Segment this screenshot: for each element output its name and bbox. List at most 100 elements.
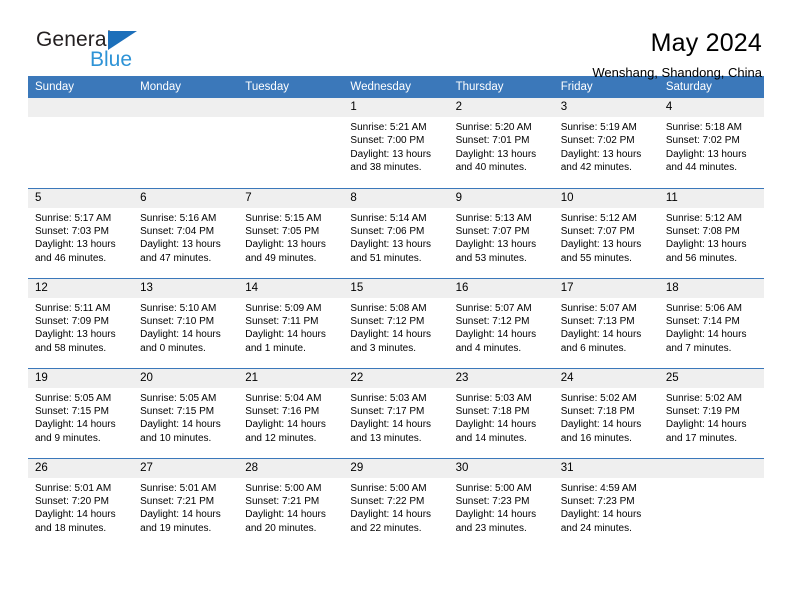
daylight-text: Daylight: 14 hours and 19 minutes. bbox=[140, 509, 221, 534]
sunset-text: Sunset: 7:18 PM bbox=[560, 405, 635, 417]
sunrise-text: Sunrise: 5:01 AM bbox=[140, 482, 217, 494]
daylight-text: Daylight: 14 hours and 17 minutes. bbox=[665, 419, 747, 444]
calendar-page: General Blue May 2024 Wenshang, Shandong… bbox=[0, 0, 792, 612]
calendar-day-cell[interactable]: 18 Sunrise: 5:06 AM Sunset: 7:14 PM Dayligh… bbox=[658, 277, 764, 368]
sunset-text: Sunset: 7:01 PM bbox=[455, 135, 530, 147]
sunrise-text: Sunrise: 5:00 AM bbox=[350, 482, 427, 494]
daylight-text: Daylight: 14 hours and 22 minutes. bbox=[350, 509, 432, 534]
daylight-text: Daylight: 14 hours and 23 minutes. bbox=[455, 509, 537, 534]
sunrise-text: Sunrise: 5:14 AM bbox=[350, 212, 427, 224]
calendar-day-cell[interactable]: 12 Sunrise: 5:11 AM Sunset: 7:09 PM Dayligh… bbox=[28, 277, 134, 368]
weekday-header-tuesday: Tuesday bbox=[238, 76, 344, 98]
calendar-day-cell[interactable]: 19 Sunrise: 5:05 AM Sunset: 7:15 PM Dayligh… bbox=[28, 367, 134, 458]
sunrise-text: Sunrise: 5:21 AM bbox=[350, 122, 427, 133]
calendar-day-cell[interactable]: 1 Sunrise: 5:21 AM Sunset: 7:00 PM Daylight… bbox=[343, 98, 449, 188]
calendar-week-row: 1 Sunrise: 5:21 AM Sunset: 7:00 PM Daylight… bbox=[28, 98, 764, 188]
day-number bbox=[28, 98, 134, 117]
daylight-text: Daylight: 14 hours and 18 minutes. bbox=[35, 509, 116, 534]
calendar-day-cell[interactable]: 5 Sunrise: 5:17 AM Sunset: 7:03 PM Daylight… bbox=[28, 187, 134, 278]
calendar-day-cell[interactable]: 25 Sunrise: 5:02 AM Sunset: 7:19 PM Dayligh… bbox=[658, 367, 764, 458]
weekday-header-thursday: Thursday bbox=[448, 76, 554, 98]
day-number: 7 bbox=[238, 188, 344, 208]
title-block: May 2024 Wenshang, Shandong, China bbox=[592, 28, 764, 83]
calendar-day-cell[interactable]: 17 Sunrise: 5:07 AM Sunset: 7:13 PM Dayligh… bbox=[553, 277, 659, 368]
calendar-day-cell[interactable]: 23 Sunrise: 5:03 AM Sunset: 7:18 PM Dayligh… bbox=[448, 367, 554, 458]
calendar-day-cell[interactable]: 3 Sunrise: 5:19 AM Sunset: 7:02 PM Daylight… bbox=[553, 98, 659, 188]
sunrise-text: Sunrise: 4:59 AM bbox=[560, 482, 637, 494]
general-blue-logo[interactable]: General Blue bbox=[28, 28, 168, 76]
calendar-day-cell[interactable]: 10 Sunrise: 5:12 AM Sunset: 7:07 PM Dayligh… bbox=[553, 187, 659, 278]
day-number: 14 bbox=[238, 278, 344, 298]
calendar-day-cell[interactable]: 9 Sunrise: 5:13 AM Sunset: 7:07 PM Daylight… bbox=[448, 187, 554, 278]
day-details: Sunrise: 5:00 AM Sunset: 7:23 PM Daylight:… bbox=[449, 478, 554, 536]
weekday-header-wednesday: Wednesday bbox=[343, 76, 449, 98]
sunrise-text: Sunrise: 5:20 AM bbox=[455, 122, 532, 133]
daylight-text: Daylight: 13 hours and 38 minutes. bbox=[350, 148, 432, 174]
day-number: 28 bbox=[238, 458, 344, 478]
calendar-week-row: 5 Sunrise: 5:17 AM Sunset: 7:03 PM Daylight… bbox=[28, 187, 764, 278]
daylight-text: Daylight: 14 hours and 20 minutes. bbox=[245, 509, 326, 534]
sunrise-text: Sunrise: 5:16 AM bbox=[140, 212, 217, 224]
calendar-day-cell[interactable]: 4 Sunrise: 5:18 AM Sunset: 7:02 PM Daylight… bbox=[658, 98, 764, 188]
calendar-day-cell[interactable]: 11 Sunrise: 5:12 AM Sunset: 7:08 PM Dayligh… bbox=[658, 187, 764, 278]
calendar-day-cell[interactable]: 6 Sunrise: 5:16 AM Sunset: 7:04 PM Daylight… bbox=[133, 187, 239, 278]
calendar-week-row: 19 Sunrise: 5:05 AM Sunset: 7:15 PM Dayligh… bbox=[28, 367, 764, 458]
daylight-text: Daylight: 13 hours and 44 minutes. bbox=[665, 148, 747, 174]
daylight-text: Daylight: 13 hours and 40 minutes. bbox=[455, 148, 537, 174]
calendar-day-cell[interactable]: 21 Sunrise: 5:04 AM Sunset: 7:16 PM Dayligh… bbox=[238, 367, 344, 458]
calendar-day-cell[interactable]: 22 Sunrise: 5:03 AM Sunset: 7:17 PM Dayligh… bbox=[343, 367, 449, 458]
sunset-text: Sunset: 7:22 PM bbox=[350, 495, 425, 507]
day-details: Sunrise: 5:20 AM Sunset: 7:01 PM Daylight:… bbox=[449, 117, 554, 175]
calendar-day-cell[interactable]: 13 Sunrise: 5:10 AM Sunset: 7:10 PM Dayligh… bbox=[133, 277, 239, 368]
day-details: Sunrise: 5:18 AM Sunset: 7:02 PM Daylight:… bbox=[659, 117, 764, 175]
sunrise-text: Sunrise: 5:12 AM bbox=[560, 212, 637, 224]
daylight-text: Daylight: 13 hours and 58 minutes. bbox=[35, 329, 116, 354]
sunset-text: Sunset: 7:05 PM bbox=[245, 225, 320, 237]
daylight-text: Daylight: 14 hours and 0 minutes. bbox=[140, 329, 221, 354]
calendar-day-cell[interactable]: 29 Sunrise: 5:00 AM Sunset: 7:22 PM Dayligh… bbox=[343, 457, 449, 548]
calendar-day-cell[interactable]: 28 Sunrise: 5:00 AM Sunset: 7:21 PM Dayligh… bbox=[238, 457, 344, 548]
daylight-text: Daylight: 14 hours and 7 minutes. bbox=[665, 329, 747, 354]
calendar-day-cell[interactable]: 26 Sunrise: 5:01 AM Sunset: 7:20 PM Dayligh… bbox=[28, 457, 134, 548]
day-number: 17 bbox=[553, 278, 659, 298]
calendar-day-cell[interactable]: 31 Sunrise: 4:59 AM Sunset: 7:23 PM Dayligh… bbox=[553, 457, 659, 548]
day-number: 15 bbox=[343, 278, 449, 298]
page-subtitle: Wenshang, Shandong, China bbox=[592, 65, 762, 80]
daylight-text: Daylight: 13 hours and 53 minutes. bbox=[455, 239, 537, 264]
sunrise-text: Sunrise: 5:05 AM bbox=[140, 392, 217, 404]
calendar-day-cell[interactable]: 14 Sunrise: 5:09 AM Sunset: 7:11 PM Dayligh… bbox=[238, 277, 344, 368]
day-details: Sunrise: 5:00 AM Sunset: 7:22 PM Daylight:… bbox=[343, 478, 448, 536]
day-number bbox=[238, 98, 344, 117]
calendar-day-cell[interactable]: 2 Sunrise: 5:20 AM Sunset: 7:01 PM Daylight… bbox=[448, 98, 554, 188]
day-number bbox=[658, 458, 764, 478]
weekday-header-sunday: Sunday bbox=[28, 76, 134, 98]
calendar-day-cell[interactable]: 7 Sunrise: 5:15 AM Sunset: 7:05 PM Daylight… bbox=[238, 187, 344, 278]
sunset-text: Sunset: 7:04 PM bbox=[140, 225, 215, 237]
sunset-text: Sunset: 7:13 PM bbox=[560, 315, 635, 327]
day-number: 11 bbox=[658, 188, 764, 208]
sunset-text: Sunset: 7:11 PM bbox=[245, 315, 319, 327]
day-number bbox=[133, 98, 239, 117]
calendar-day-cell[interactable]: 27 Sunrise: 5:01 AM Sunset: 7:21 PM Dayligh… bbox=[133, 457, 239, 548]
daylight-text: Daylight: 14 hours and 16 minutes. bbox=[560, 419, 642, 444]
day-details: Sunrise: 5:02 AM Sunset: 7:18 PM Daylight:… bbox=[554, 388, 659, 446]
calendar-day-cell[interactable]: 15 Sunrise: 5:08 AM Sunset: 7:12 PM Dayligh… bbox=[343, 277, 449, 368]
sunrise-text: Sunrise: 5:13 AM bbox=[455, 212, 532, 224]
day-details: Sunrise: 5:05 AM Sunset: 7:15 PM Daylight:… bbox=[133, 388, 238, 446]
sunrise-text: Sunrise: 5:19 AM bbox=[560, 122, 637, 133]
calendar-day-cell[interactable]: 16 Sunrise: 5:07 AM Sunset: 7:12 PM Dayligh… bbox=[448, 277, 554, 368]
calendar-day-cell[interactable]: 20 Sunrise: 5:05 AM Sunset: 7:15 PM Dayligh… bbox=[133, 367, 239, 458]
day-details: Sunrise: 5:12 AM Sunset: 7:08 PM Daylight:… bbox=[659, 208, 764, 266]
calendar-day-cell[interactable]: 24 Sunrise: 5:02 AM Sunset: 7:18 PM Dayligh… bbox=[553, 367, 659, 458]
day-number: 10 bbox=[553, 188, 659, 208]
daylight-text: Daylight: 14 hours and 10 minutes. bbox=[140, 419, 221, 444]
day-number: 27 bbox=[133, 458, 239, 478]
sunset-text: Sunset: 7:20 PM bbox=[35, 495, 109, 507]
day-details: Sunrise: 5:14 AM Sunset: 7:06 PM Daylight:… bbox=[343, 208, 448, 266]
sunrise-text: Sunrise: 5:18 AM bbox=[665, 122, 742, 133]
sunset-text: Sunset: 7:21 PM bbox=[140, 495, 215, 507]
day-details: Sunrise: 5:03 AM Sunset: 7:18 PM Daylight:… bbox=[449, 388, 554, 446]
sunrise-text: Sunrise: 5:12 AM bbox=[665, 212, 742, 224]
calendar-day-cell[interactable]: 8 Sunrise: 5:14 AM Sunset: 7:06 PM Daylight… bbox=[343, 187, 449, 278]
calendar-day-cell[interactable]: 30 Sunrise: 5:00 AM Sunset: 7:23 PM Dayligh… bbox=[448, 457, 554, 548]
